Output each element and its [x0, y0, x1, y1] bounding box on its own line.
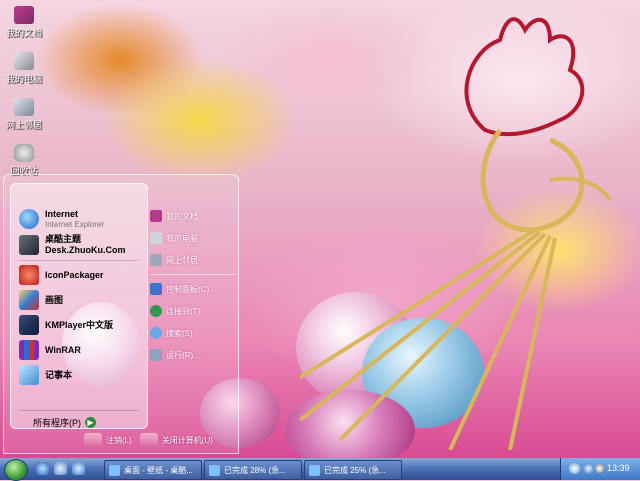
quick-launch-desktop-icon[interactable]: [72, 462, 85, 475]
tray-z-icon[interactable]: [569, 463, 580, 474]
places-search[interactable]: 搜索(S): [150, 322, 236, 344]
start-menu-divider: [19, 260, 139, 261]
log-off-icon: [84, 433, 102, 447]
winrar-icon: [19, 340, 39, 360]
network-places-icon: [150, 254, 162, 266]
start-item-iconpackager[interactable]: IconPackager: [19, 264, 104, 286]
start-item-notepad[interactable]: 记事本: [19, 364, 72, 386]
system-tray: 13:39: [560, 458, 640, 480]
taskbar-clock[interactable]: 13:39: [607, 463, 630, 473]
start-item-internet[interactable]: Internet Internet Explorer: [19, 208, 104, 230]
places-network[interactable]: 网上邻居: [150, 249, 236, 271]
start-item-kmplayer[interactable]: KMPlayer中文版: [19, 314, 113, 336]
quick-launch-ie-icon[interactable]: [36, 462, 49, 475]
paint-icon: [19, 290, 39, 310]
start-menu: Internet Internet Explorer 桌酷主题 Desk.Zhu…: [3, 174, 239, 454]
taskbar-window-zhuoku[interactable]: 桌面 - 壁纸 - 桌酷...: [104, 460, 202, 480]
places-my-computer[interactable]: 我的电脑: [150, 227, 236, 249]
start-menu-footer: 注销(L) 关闭计算机(U): [84, 433, 221, 447]
places-divider: [150, 274, 236, 275]
all-programs-button[interactable]: 所有程序(P) ▶: [33, 416, 96, 429]
start-menu-places-panel: 我的文档 我的电脑 网上邻居 控制面板(C) 连接到(T) 搜索(S) 运行(R…: [150, 205, 236, 366]
notepad-icon: [19, 365, 39, 385]
start-item-paint[interactable]: 画图: [19, 289, 63, 311]
start-item-zhuoku[interactable]: 桌酷主题 Desk.ZhuoKu.Com: [19, 234, 126, 256]
internet-explorer-icon: [19, 209, 39, 229]
desktop-icon-network-places[interactable]: 网上邻居: [0, 98, 48, 131]
zhuoku-icon: [19, 235, 39, 255]
shut-down-button[interactable]: 关闭计算机(U): [139, 433, 213, 447]
ie-window-icon: [109, 464, 120, 476]
tray-volume-icon[interactable]: [595, 464, 604, 473]
log-off-button[interactable]: 注销(L): [84, 433, 132, 447]
taskbar-window-download-2[interactable]: 已完成 25% (急...: [304, 460, 402, 480]
wire-chicken-basket: [300, 17, 612, 450]
power-icon: [139, 433, 158, 447]
start-item-winrar[interactable]: WinRAR: [19, 339, 81, 361]
iconpackager-icon: [19, 265, 39, 285]
start-button[interactable]: [4, 459, 28, 481]
control-panel-icon: [150, 283, 162, 295]
places-run[interactable]: 运行(R)...: [150, 344, 236, 366]
ie-download-icon: [309, 464, 320, 476]
places-control-panel[interactable]: 控制面板(C): [150, 278, 236, 300]
taskbar: 桌面 - 壁纸 - 桌酷... 已完成 28% (急... 已完成 25% (急…: [0, 458, 640, 481]
desktop-icon-recycle-bin[interactable]: 回收站: [0, 144, 48, 177]
run-icon: [150, 349, 162, 361]
my-computer-icon: [150, 232, 162, 244]
start-menu-programs-panel: Internet Internet Explorer 桌酷主题 Desk.Zhu…: [10, 183, 148, 429]
desktop-icon-my-computer[interactable]: 我的电脑: [0, 52, 48, 85]
my-computer-icon: [14, 52, 34, 70]
tray-network-icon[interactable]: [583, 463, 594, 474]
kmplayer-icon: [19, 315, 39, 335]
network-places-icon: [14, 98, 34, 116]
connect-to-icon: [150, 305, 162, 317]
places-connect-to[interactable]: 连接到(T): [150, 300, 236, 322]
desktop-icon-my-documents[interactable]: 我的文档: [0, 6, 48, 39]
my-documents-icon: [14, 6, 34, 24]
my-documents-icon: [150, 210, 162, 222]
places-my-documents[interactable]: 我的文档: [150, 205, 236, 227]
taskbar-window-download-1[interactable]: 已完成 28% (急...: [204, 460, 302, 480]
chevron-right-icon: ▶: [85, 417, 96, 428]
quick-launch-media-icon[interactable]: [54, 462, 67, 475]
start-menu-divider: [19, 410, 139, 411]
recycle-bin-icon: [14, 144, 34, 162]
ie-download-icon: [209, 464, 220, 476]
search-icon: [150, 327, 162, 339]
